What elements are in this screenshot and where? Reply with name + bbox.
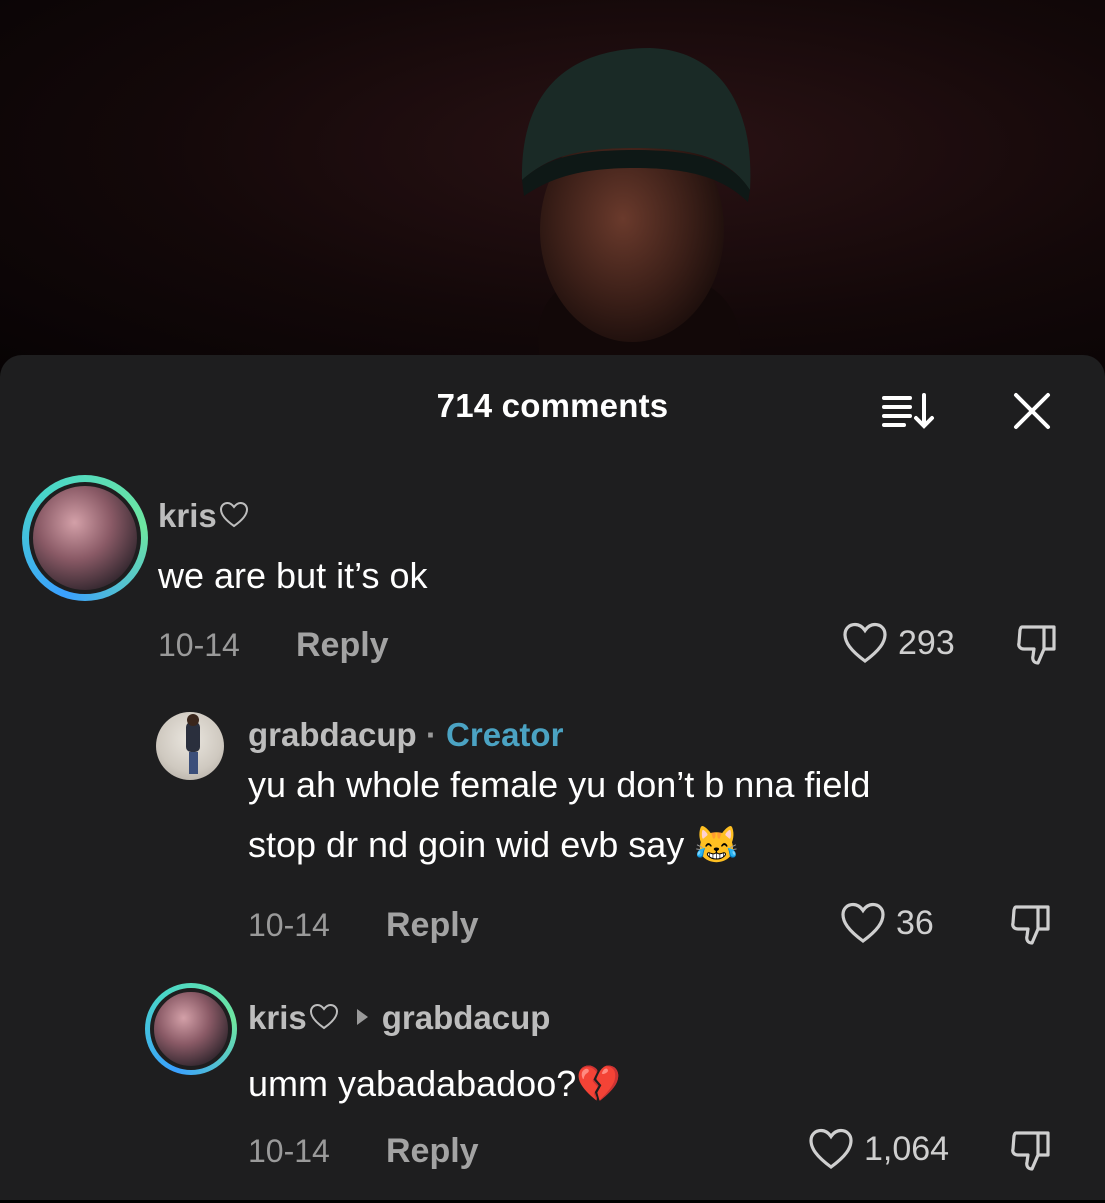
reply-button[interactable]: Reply <box>386 1132 479 1171</box>
crying-laughing-cat-emoji: 😹 <box>694 824 740 865</box>
comment-username[interactable]: kris <box>158 497 249 535</box>
username-text: grabdacup <box>248 716 417 753</box>
creator-badge: Creator <box>446 716 564 753</box>
reply-arrow-icon <box>356 1009 368 1025</box>
avatar <box>150 988 232 1070</box>
comment-text-line: stop dr nd goin wid evb say 😹 <box>248 814 739 876</box>
comment-date: 10-14 <box>158 627 240 663</box>
heart-outline-icon <box>809 1128 853 1169</box>
comment-date: 10-14 <box>248 907 330 943</box>
comment-username[interactable]: grabdacup · Creator <box>248 716 563 754</box>
close-icon[interactable] <box>1010 389 1054 433</box>
avatar-story-ring[interactable] <box>145 983 237 1075</box>
video-background[interactable] <box>0 0 1105 372</box>
heart-outline-small-icon <box>309 1003 338 1030</box>
thumbs-down-icon[interactable] <box>1008 901 1054 947</box>
comment-text-line-2: stop dr nd goin wid evb say <box>248 824 685 865</box>
comment-text-line: umm yabadabadoo?💔 <box>248 1053 621 1115</box>
like-count: 36 <box>896 903 934 942</box>
like-button[interactable]: 293 <box>842 621 955 665</box>
comment-username[interactable]: kris grabdacup <box>248 999 550 1037</box>
video-subject <box>521 48 751 360</box>
thumbs-down-icon[interactable] <box>1008 1127 1054 1173</box>
username-text: kris <box>248 999 307 1036</box>
heart-outline-icon <box>841 902 885 943</box>
comment-item: kris we are but it’s ok 10-14 Reply 293 <box>0 475 1105 685</box>
username-separator: · <box>425 716 437 753</box>
reply-button[interactable]: Reply <box>386 906 479 945</box>
comment-item: grabdacup · Creator yu ah whole female y… <box>0 710 1105 970</box>
like-button[interactable]: 36 <box>840 901 934 945</box>
avatar-story-ring[interactable] <box>22 475 148 601</box>
comment-text-line: yu ah whole female yu don’t b nna field <box>248 764 871 805</box>
comments-sheet: 714 comments kris we are but it’s ok 10-… <box>0 355 1105 1200</box>
avatar <box>29 482 141 594</box>
heart-outline-small-icon <box>219 501 248 528</box>
like-button[interactable]: 1,064 <box>808 1127 949 1171</box>
sort-icon[interactable] <box>880 391 936 431</box>
sheet-header: 714 comments <box>0 385 1105 435</box>
comment-item: kris grabdacup umm yabadabadoo?💔 10-14 Re… <box>0 983 1105 1203</box>
reply-button[interactable]: Reply <box>296 626 389 665</box>
heart-outline-icon <box>843 622 887 663</box>
thumbs-down-icon[interactable] <box>1014 621 1060 667</box>
username-text: kris <box>158 497 217 534</box>
creator-avatar[interactable] <box>156 712 224 780</box>
like-count: 1,064 <box>864 1129 950 1168</box>
reply-to-username[interactable]: grabdacup <box>382 999 551 1036</box>
comment-text: we are but it’s ok <box>158 555 428 596</box>
comment-text: umm yabadabadoo? <box>248 1063 577 1104</box>
like-count: 293 <box>898 623 955 662</box>
comments-count-title: 714 comments <box>436 387 669 424</box>
comment-date: 10-14 <box>248 1133 330 1169</box>
avatar-figure <box>186 714 200 774</box>
broken-heart-emoji: 💔 <box>576 1063 622 1104</box>
